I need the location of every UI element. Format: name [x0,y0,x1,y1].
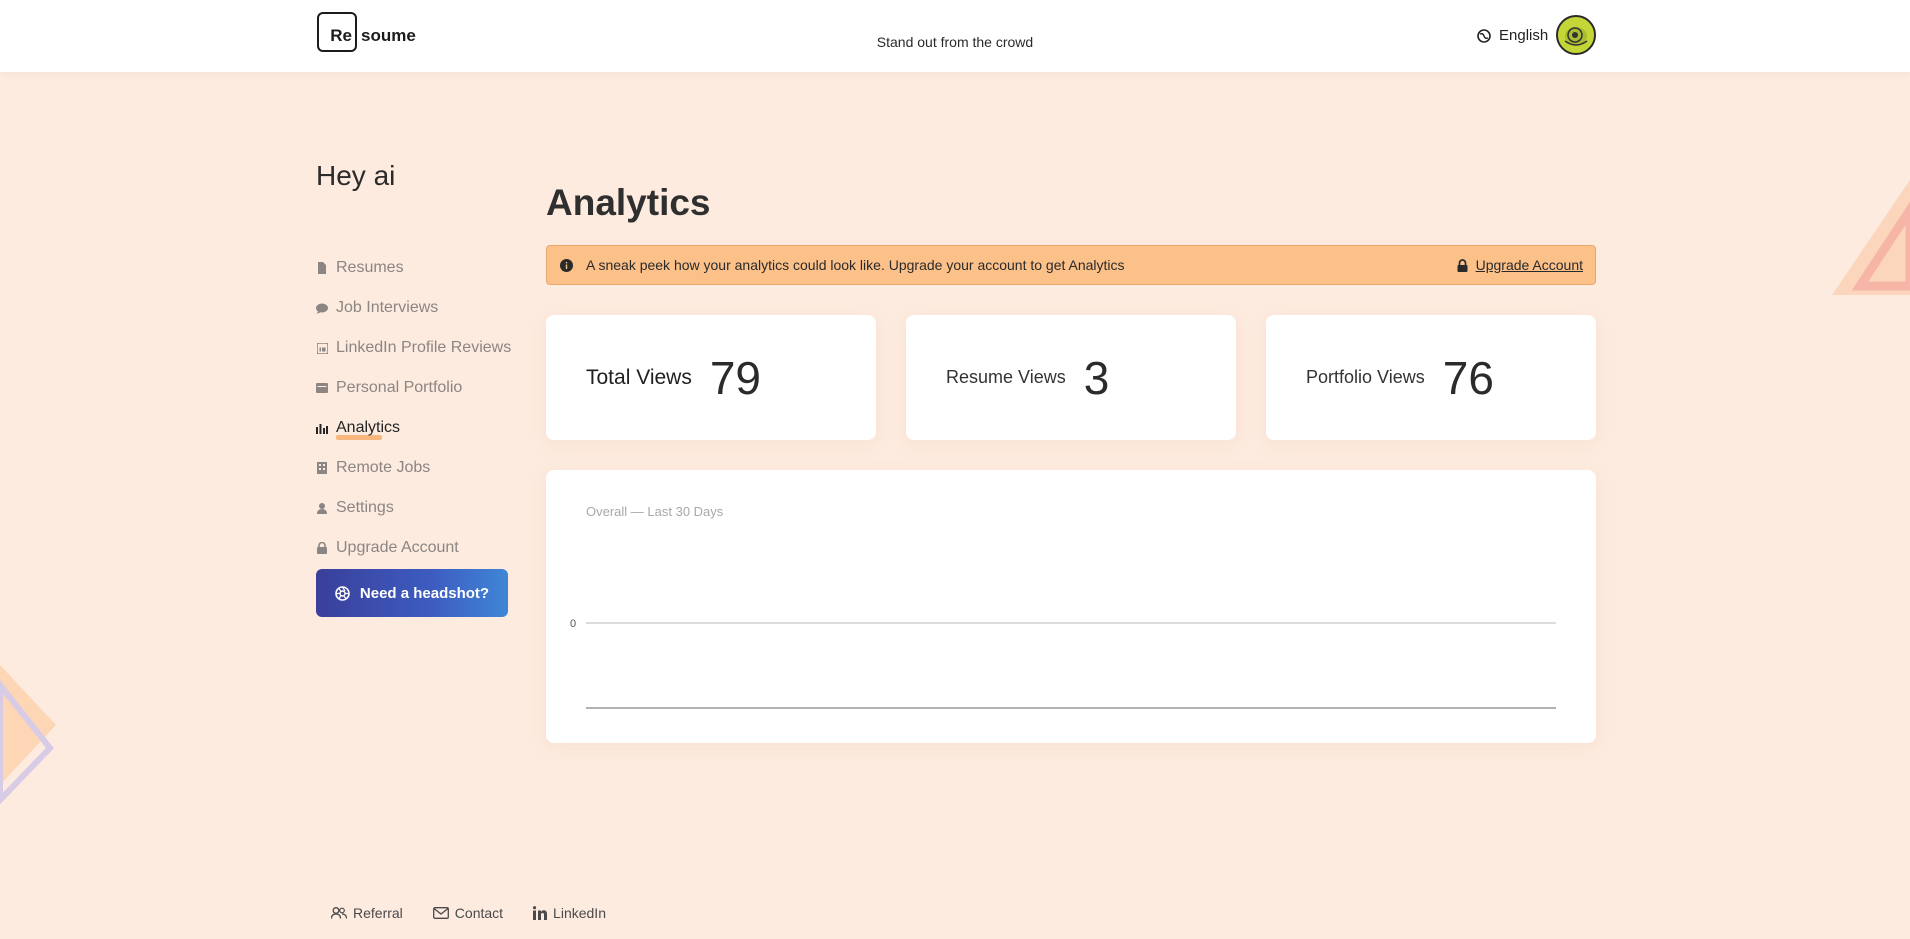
footer-referral-link[interactable]: Referral [331,905,403,921]
sidebar-item-upgrade-account[interactable]: Upgrade Account [316,528,511,568]
resume-views-card: Resume Views 3 [906,315,1236,440]
sidebar-item-personal-portfolio[interactable]: Personal Portfolio [316,368,511,408]
stat-label: Resume Views [946,367,1066,387]
y-tick-label: 0 [570,618,576,630]
stat-value: 3 [1083,351,1110,404]
document-icon [316,262,328,274]
info-icon [560,258,573,272]
lock-icon [1457,258,1468,272]
envelope-icon [432,907,449,919]
overall-chart-card: Overall — Last 30 Days 0 [546,470,1596,743]
sidebar-item-resumes[interactable]: Resumes [316,248,511,288]
footer-link-label: LinkedIn [553,905,606,921]
tagline: Stand out from the crowd [876,34,1034,50]
footer-linkedin-link[interactable]: LinkedIn [533,905,606,921]
avatar[interactable] [1556,15,1596,55]
upgrade-account-link[interactable]: Upgrade Account [1457,246,1583,284]
upgrade-account-label: Upgrade Account [1475,257,1583,273]
language-selector[interactable]: English [1477,27,1548,44]
sidebar-item-label: Upgrade Account [336,539,459,556]
chat-bubble-icon [316,302,328,314]
lock-icon [316,542,328,554]
greeting: Hey ai [316,160,396,191]
portfolio-views-card: Portfolio Views 76 [1266,315,1596,440]
linkedin-icon [533,906,548,920]
sidebar-item-linkedin-reviews[interactable]: LinkedIn Profile Reviews [316,328,511,368]
footer-contact-link[interactable]: Contact [432,905,504,921]
sidebar-item-label: Analytics [336,419,401,440]
footer: Referral Contact LinkedIn [331,905,636,921]
portfolio-icon [316,382,328,394]
page-title: Analytics [546,182,711,223]
globe-icon [1477,28,1491,43]
sidebar-item-label: Job Interviews [336,299,439,316]
stat-label: Total Views [586,365,692,389]
decorative-diamond-left [0,665,56,805]
stat-label: Portfolio Views [1306,367,1425,387]
sidebar-item-label: LinkedIn Profile Reviews [336,339,512,356]
sidebar-item-settings[interactable]: Settings [316,488,511,528]
footer-link-label: Contact [454,905,504,921]
aperture-icon [335,585,350,601]
users-icon [331,907,347,919]
sidebar-item-job-interviews[interactable]: Job Interviews [316,288,511,328]
language-label: English [1499,27,1549,44]
user-icon [316,502,328,514]
alert-text: A sneak peek how your analytics could lo… [586,257,1125,273]
bar-chart-icon [316,422,328,434]
avatar-image-icon [1559,18,1593,52]
need-headshot-button[interactable]: Need a headshot? [316,569,508,617]
sidebar-nav: Resumes Job Interviews LinkedIn Profile … [316,248,511,568]
line-chart: 0 [570,618,1556,709]
sidebar-item-analytics[interactable]: Analytics [316,408,511,448]
top-header: Re soume Stand out from the crowd Englis… [0,0,1910,72]
sidebar-item-label: Personal Portfolio [336,379,463,396]
stat-value: 76 [1442,351,1494,404]
sidebar-item-label: Settings [336,499,394,516]
need-headshot-label: Need a headshot? [359,584,490,602]
decorative-triangle-right [1832,180,1910,295]
sidebar-item-label: Resumes [336,259,404,276]
upgrade-alert-banner: A sneak peek how your analytics could lo… [546,245,1596,285]
total-views-card: Total Views 79 [546,315,876,440]
building-icon [316,462,328,474]
sidebar-item-remote-jobs[interactable]: Remote Jobs [316,448,511,488]
footer-link-label: Referral [353,905,403,921]
linkedin-icon [316,342,328,354]
sidebar-item-label: Remote Jobs [336,459,431,476]
stat-value: 79 [709,351,762,404]
